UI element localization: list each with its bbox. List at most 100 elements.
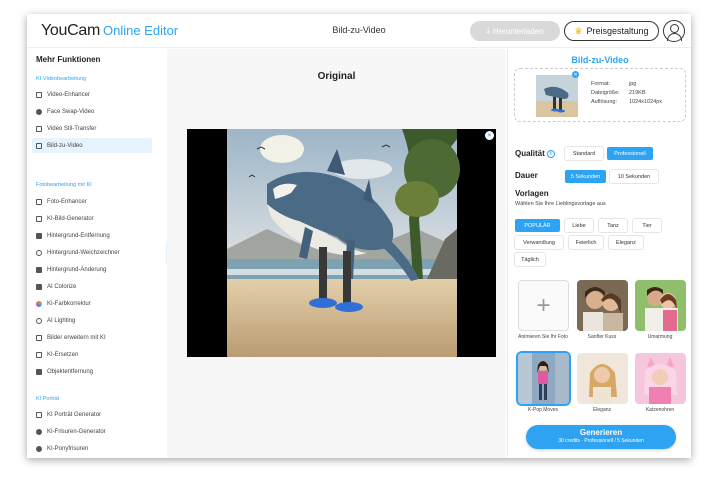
template-hug[interactable] (635, 280, 686, 331)
filter-chip-dance[interactable]: Tanz (599, 219, 627, 232)
quality-label-text: Qualität (515, 149, 545, 158)
original-title: Original (317, 71, 356, 82)
lightbulb-icon (36, 317, 42, 324)
quality-label: Qualität i (515, 149, 555, 158)
filter-chip-transformation[interactable]: Verwandlung (515, 236, 563, 249)
format-value: jpg (629, 81, 637, 87)
sidebar-item-label: Bilder erweitern mit KI (47, 334, 106, 341)
sidebar-item-ai-lighting[interactable]: AI Lighting (32, 313, 152, 328)
shark-image (227, 129, 460, 357)
plus-icon: + (536, 291, 551, 319)
sidebar-item-label: Face Swap-Video (47, 108, 95, 115)
remove-file-icon[interactable]: ✕ (572, 71, 579, 78)
sidebar-item-ai-replace[interactable]: KI-Ersetzen (32, 347, 152, 362)
background-change-icon (36, 266, 42, 273)
user-account-icon[interactable] (663, 20, 685, 42)
sidebar-item-object-removal[interactable]: Objektentfernung (32, 364, 152, 379)
color-wheel-icon (36, 300, 42, 307)
quality-standard-chip[interactable]: Standard (565, 147, 603, 160)
help-icon[interactable]: i (546, 149, 555, 158)
sidebar-item-label: KI-Frisuren-Generator (47, 428, 106, 435)
template-animate-photo[interactable]: + (518, 280, 569, 331)
couple-kiss-thumbnail (577, 280, 628, 331)
pricing-button[interactable]: ♛ Preisgestaltung (564, 21, 659, 41)
shark-thumbnail-image (536, 75, 578, 117)
sidebar-item-label: AI Colorize (47, 283, 77, 290)
sidebar-item-label: Foto-Enhancer (47, 198, 87, 205)
duration-5s-chip[interactable]: 5 Sekunden (565, 170, 606, 183)
sidebar-item-video-enhancer[interactable]: Video-Enhancer (32, 87, 152, 102)
eraser-icon (36, 368, 42, 375)
template-cat-ears[interactable] (635, 353, 686, 404)
download-icon: ⤓ (486, 26, 490, 35)
hairstyle-icon (36, 428, 42, 435)
face-swap-icon (36, 108, 42, 115)
filter-chip-festive[interactable]: Feierlich (569, 236, 603, 249)
generate-credits: 30 credits · Professionell / 5 Sekunden (558, 438, 644, 444)
sidebar-item-video-style-transfer[interactable]: Video Stil-Transfer (32, 121, 152, 136)
generate-label: Generieren (579, 428, 623, 437)
replace-icon (36, 351, 42, 358)
image-to-video-icon (36, 142, 42, 149)
bangs-icon (36, 445, 42, 452)
filter-chip-love[interactable]: Liebe (565, 219, 593, 232)
duration-10s-chip[interactable]: 10 Sekunden (610, 170, 658, 183)
top-header: YouCam Online Editor Bild-zu-Video ⤓ Heru… (27, 14, 691, 48)
quality-professional-chip[interactable]: Professionell (607, 147, 653, 160)
template-kpop-moves[interactable] (518, 353, 569, 404)
sidebar-item-label: Video-Enhancer (47, 91, 90, 98)
uploaded-file-box[interactable]: ✕ Format: jpg Dateigröße: 219KB Auflösung:… (514, 68, 686, 122)
filter-chip-popular[interactable]: POPULÄR (515, 219, 560, 232)
resolution-label: Auflösung: (591, 99, 617, 105)
portrait-icon (36, 411, 42, 418)
sidebar-item-portrait-generator[interactable]: KI Porträt Generator (32, 407, 152, 422)
size-value: 219KB (629, 90, 646, 96)
template-label: Eleganz (592, 407, 612, 413)
template-gentle-kiss[interactable] (577, 280, 628, 331)
image-generator-icon (36, 215, 42, 222)
main-canvas: Original ✕ (167, 49, 506, 458)
sidebar-item-bangs[interactable]: KI-Ponyfrisuren (32, 441, 152, 456)
download-button[interactable]: ⤓ Herunterladen (470, 21, 560, 41)
video-enhance-icon (36, 91, 42, 98)
sidebar-item-ai-image-generator[interactable]: KI-Bild-Generator (32, 211, 152, 226)
cat-ears-thumbnail (635, 353, 686, 404)
style-transfer-icon (36, 125, 42, 132)
sidebar-item-expand-image[interactable]: Bilder erweitern mit KI (32, 330, 152, 345)
template-label: Sanfter Kuss (587, 334, 617, 340)
sidebar-item-image-to-video[interactable]: Bild-zu-Video (32, 138, 152, 153)
sidebar-item-background-blur[interactable]: Hintergrund-Weichzeichner (32, 245, 152, 260)
photo-enhance-icon (36, 198, 42, 205)
sidebar-item-ai-colorize[interactable]: AI Colorize (32, 279, 152, 294)
size-label: Dateigröße: (591, 90, 620, 96)
filter-chip-animal[interactable]: Tier (633, 219, 661, 232)
template-elegance[interactable] (577, 353, 628, 404)
sidebar-item-label: KI-Bild-Generator (47, 215, 94, 222)
panel-title: Bild-zu-Video (571, 55, 629, 65)
filter-chip-elegance[interactable]: Eleganz (609, 236, 643, 249)
generate-button[interactable]: Generieren 30 credits · Professionell / … (526, 425, 676, 449)
sidebar-section-portrait: KI Porträt (36, 396, 60, 402)
colorize-icon (36, 283, 42, 290)
sidebar-item-face-swap-video[interactable]: Face Swap-Video (32, 104, 152, 119)
blur-drop-icon (36, 249, 42, 256)
sidebar-item-label: Video Stil-Transfer (47, 125, 97, 132)
sidebar-item-hairstyle-generator[interactable]: KI-Frisuren-Generator (32, 424, 152, 439)
templates-label: Vorlagen (515, 189, 549, 198)
sidebar-section-photo: Fotobearbeitung mit KI (36, 182, 92, 188)
sidebar-item-background-change[interactable]: Hintergrund-Änderung (32, 262, 152, 277)
template-label: Animieren Sie Ihr Foto (518, 334, 568, 340)
background-remove-icon (36, 232, 42, 239)
duration-label: Dauer (515, 171, 538, 180)
image-preview: ✕ (187, 129, 496, 357)
sidebar-item-label: Bild-zu-Video (47, 142, 83, 149)
sidebar-item-label: Hintergrund-Weichzeichner (47, 249, 120, 256)
sidebar-item-ai-color-correction[interactable]: KI-Farbkorrektur (32, 296, 152, 311)
sidebar-item-photo-enhancer[interactable]: Foto-Enhancer (32, 194, 152, 209)
sidebar-item-background-removal[interactable]: Hintergrund-Entfernung (32, 228, 152, 243)
close-icon[interactable]: ✕ (485, 131, 494, 140)
filter-chip-daily[interactable]: Täglich (515, 253, 545, 266)
file-thumbnail (536, 75, 578, 117)
app-window: YouCam Online Editor Bild-zu-Video ⤓ Heru… (27, 14, 691, 458)
settings-panel: Bild-zu-Video ✕ Format: jpg Dateigröße: 21… (507, 49, 691, 458)
